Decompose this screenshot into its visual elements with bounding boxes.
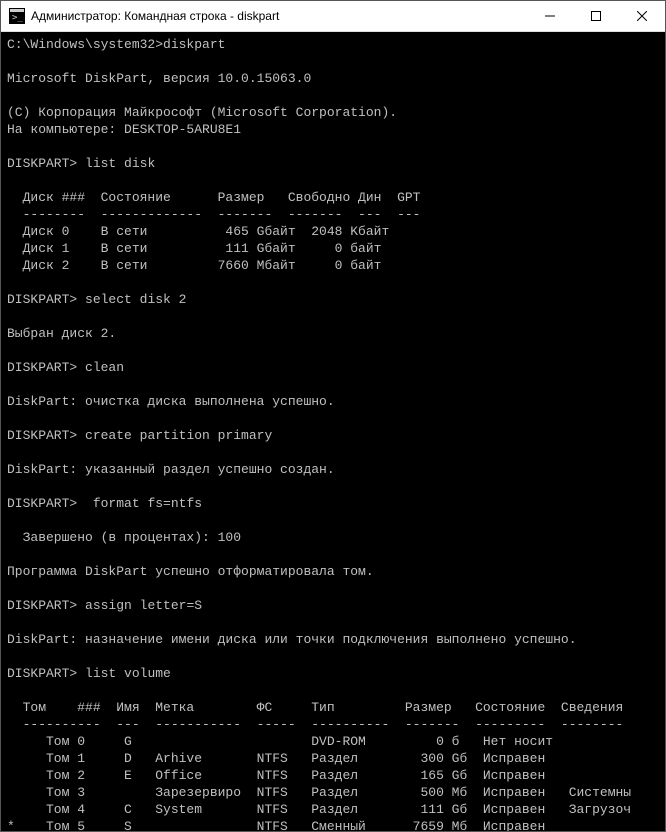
diskpart-prompt: DISKPART> bbox=[7, 666, 77, 681]
output-line: Выбран диск 2. bbox=[7, 326, 116, 341]
table-row: Том 0 G DVD-ROM 0 б Нет носит bbox=[7, 734, 553, 749]
prompt-path: C:\Windows\system32> bbox=[7, 37, 163, 52]
close-button[interactable] bbox=[619, 1, 665, 31]
table-divider: -------- ------------- ------- ------- -… bbox=[7, 207, 420, 222]
minimize-button[interactable] bbox=[527, 1, 573, 31]
cmd-text: clean bbox=[85, 360, 124, 375]
output-line: DiskPart: назначение имени диска или точ… bbox=[7, 632, 577, 647]
output-line: Завершено (в процентах): 100 bbox=[7, 530, 241, 545]
table-divider: ---------- --- ----------- ----- -------… bbox=[7, 717, 623, 732]
cmd-text: diskpart bbox=[163, 37, 225, 52]
cmd-text: create partition primary bbox=[85, 428, 272, 443]
output-line: Microsoft DiskPart, версия 10.0.15063.0 bbox=[7, 71, 311, 86]
maximize-button[interactable] bbox=[573, 1, 619, 31]
diskpart-prompt: DISKPART> bbox=[7, 292, 77, 307]
table-row: Диск 0 В сети 465 Gбайт 2048 Kбайт bbox=[7, 224, 389, 239]
diskpart-prompt: DISKPART> bbox=[7, 496, 77, 511]
cmd-text: format fs=ntfs bbox=[85, 496, 202, 511]
table-row: Том 1 D Arhive NTFS Раздел 300 Gб Исправ… bbox=[7, 751, 545, 766]
output-line: (C) Корпорация Майкрософт (Microsoft Cor… bbox=[7, 105, 397, 120]
cmd-text: list disk bbox=[85, 156, 155, 171]
window-frame: >_ Администратор: Командная строка - dis… bbox=[0, 0, 666, 832]
table-header: Диск ### Состояние Размер Свободно Дин G… bbox=[7, 190, 420, 205]
diskpart-prompt: DISKPART> bbox=[7, 156, 77, 171]
diskpart-prompt: DISKPART> bbox=[7, 598, 77, 613]
table-row: * Том 5 S NTFS Сменный 7659 Мб Исправен bbox=[7, 819, 545, 831]
window-title: Администратор: Командная строка - diskpa… bbox=[31, 9, 279, 23]
output-line: DiskPart: указанный раздел успешно созда… bbox=[7, 462, 335, 477]
table-row: Том 2 E Office NTFS Раздел 165 Gб Исправ… bbox=[7, 768, 545, 783]
table-row: Том 3 Зарезервиро NTFS Раздел 500 Мб Исп… bbox=[7, 785, 631, 800]
cmd-text: list volume bbox=[85, 666, 171, 681]
diskpart-prompt: DISKPART> bbox=[7, 428, 77, 443]
cmd-icon: >_ bbox=[9, 8, 25, 24]
output-line: На компьютере: DESKTOP-5ARU8E1 bbox=[7, 122, 241, 137]
table-header: Том ### Имя Метка ФС Тип Размер Состояни… bbox=[7, 700, 623, 715]
cmd-text: select disk 2 bbox=[85, 292, 186, 307]
table-row: Диск 1 В сети 111 Gбайт 0 байт bbox=[7, 241, 381, 256]
cmd-text: assign letter=S bbox=[85, 598, 202, 613]
terminal-output[interactable]: C:\Windows\system32>diskpart Microsoft D… bbox=[1, 32, 665, 831]
table-row: Том 4 C System NTFS Раздел 111 Gб Исправ… bbox=[7, 802, 631, 817]
table-row: Диск 2 В сети 7660 Mбайт 0 байт bbox=[7, 258, 381, 273]
titlebar[interactable]: >_ Администратор: Командная строка - dis… bbox=[1, 1, 665, 32]
output-line: DiskPart: очистка диска выполнена успешн… bbox=[7, 394, 335, 409]
diskpart-prompt: DISKPART> bbox=[7, 360, 77, 375]
output-line: Программа DiskPart успешно отформатирова… bbox=[7, 564, 374, 579]
svg-text:>_: >_ bbox=[12, 13, 23, 23]
